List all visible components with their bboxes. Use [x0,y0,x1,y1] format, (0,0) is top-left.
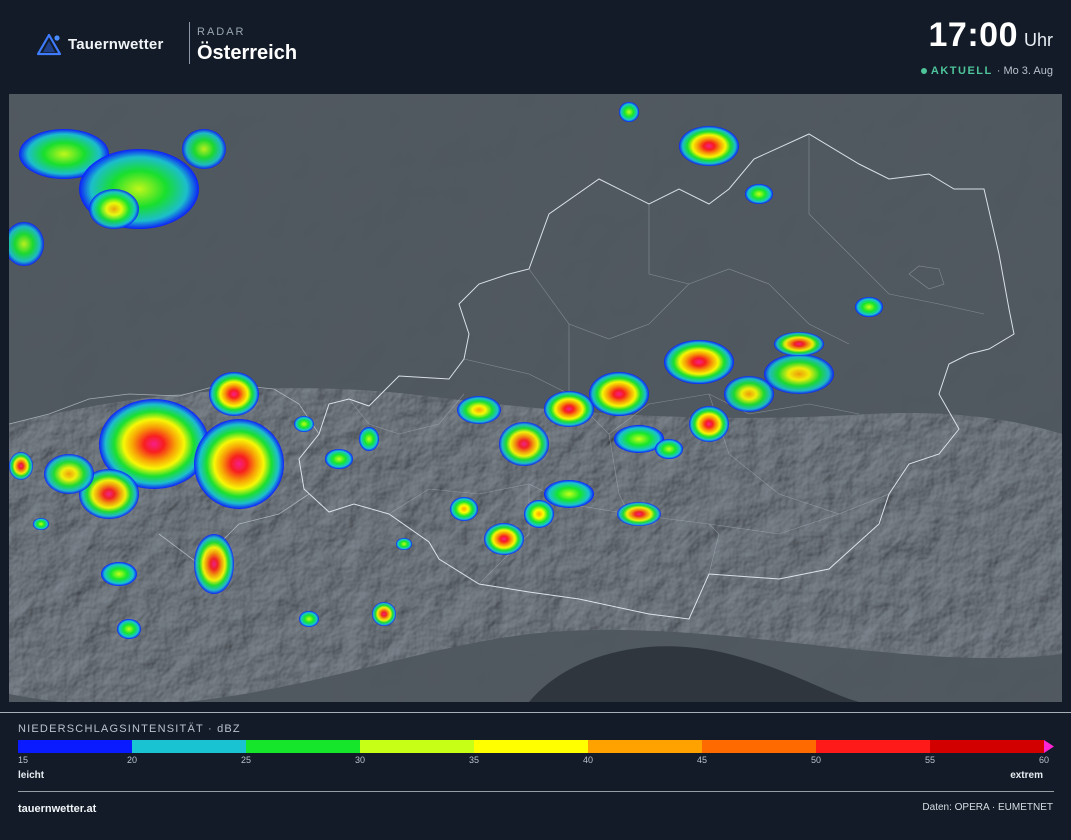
data-source: Daten: OPERA · EUMETNET [922,802,1053,813]
footer-divider [18,791,1054,792]
status-row: AKTUELL · Mo 3. Aug [920,65,1053,77]
time-value: 17:00 [928,16,1018,54]
scale-arrow-icon [1044,740,1054,753]
scale-tick-label: 55 [924,755,936,765]
radar-map[interactable] [9,94,1062,702]
mountain-triangle-icon [36,33,62,56]
scale-segment [816,740,931,753]
header: Tauernwetter RADAR Österreich 17:00 Uhr … [0,0,1071,92]
scale-tick-label: 50 [810,755,822,765]
legend-title: NIEDERSCHLAGSINTENSITÄT · dBZ [18,723,241,735]
legend-divider [0,712,1071,713]
brand-name: Tauernwetter [68,35,164,53]
scale-segment [132,740,247,753]
scale-tick-label: 35 [468,755,480,765]
scale-segment [360,740,475,753]
low-intensity-label: leicht [18,770,45,781]
scale-tick-label: 30 [354,755,366,765]
radar-map-image [9,94,1062,702]
scale-segment [18,740,133,753]
scale-segment [588,740,703,753]
scale-tick-label: 45 [696,755,708,765]
header-divider [189,22,190,64]
time-unit: Uhr [1023,30,1053,50]
color-scale-bar [18,740,1054,753]
scale-segment [246,740,361,753]
scale-segment [702,740,817,753]
region-title: Österreich [197,42,298,64]
site-link[interactable]: tauernwetter.at [18,803,96,815]
radar-label: RADAR [197,26,246,38]
high-intensity-label: extrem [1010,770,1043,781]
scale-tick-label: 20 [126,755,138,765]
scale-tick-label: 60 [1038,755,1050,765]
logo[interactable]: Tauernwetter [36,32,163,56]
scale-tick-label: 25 [240,755,252,765]
date-label: · Mo 3. Aug [996,65,1053,77]
scale-segment [930,740,1045,753]
time-display: 17:00 Uhr [929,16,1053,55]
status-label: AKTUELL [930,65,993,77]
live-status-dot-icon [920,68,927,74]
scale-tick-label: 15 [18,755,29,765]
scale-tick-label: 40 [582,755,594,765]
scale-segment [474,740,589,753]
